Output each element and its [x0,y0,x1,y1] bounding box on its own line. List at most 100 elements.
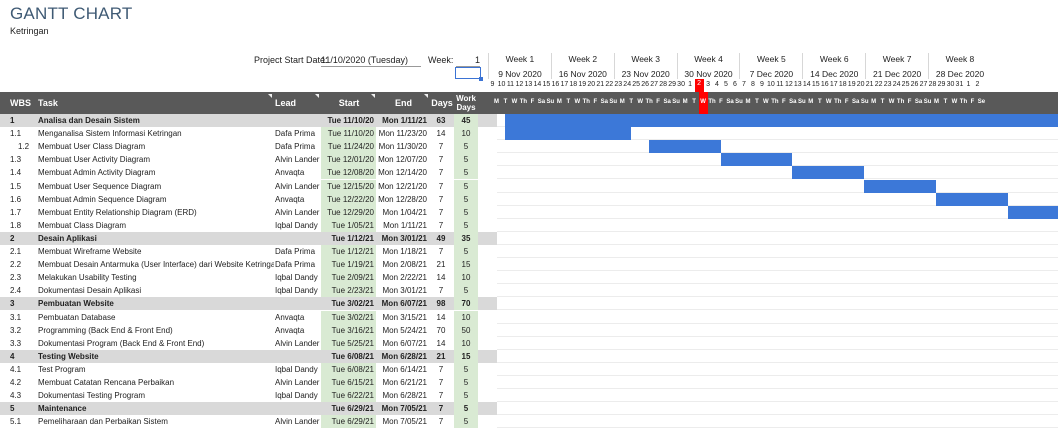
cell-start[interactable]: Tue 6/22/21 [321,389,376,403]
cell-lead[interactable] [275,114,321,127]
cell-task[interactable]: Desain Aplikasi [38,232,274,245]
task-row[interactable]: 3.2 Programming (Back End & Front End) Anv… [0,323,1058,337]
cell-end[interactable]: Mon 3/01/21 [377,232,429,245]
cell-end[interactable]: Mon 6/28/21 [377,389,429,402]
task-row[interactable]: 1.4 Membuat Admin Activity Diagram Anvaqta… [0,166,1058,180]
cell-days[interactable]: 98 [430,297,452,310]
cell-wbs[interactable]: 3.2 [10,324,36,337]
selected-cell[interactable] [455,67,483,81]
cell-start[interactable]: Tue 1/12/21 [321,245,376,258]
cell-work[interactable]: 5 [454,245,478,258]
cell-days[interactable]: 21 [430,350,452,363]
column-header-start[interactable]: Start [321,92,377,114]
cell-task[interactable]: Maintenance [38,402,274,415]
cell-end[interactable]: Mon 2/08/21 [377,258,429,271]
cell-days[interactable]: 7 [430,363,452,376]
cell-task[interactable]: Membuat Desain Antarmuka (User Interface… [38,258,274,271]
cell-lead[interactable]: Iqbal Dandy [275,284,321,297]
cell-lead[interactable] [275,232,321,245]
column-header-task[interactable]: Task [38,92,274,114]
task-row[interactable]: 1.1 Menganalisa Sistem Informasi Ketringa… [0,127,1058,141]
column-header-days[interactable]: Days [430,92,454,114]
cell-wbs[interactable]: 4.1 [10,363,36,376]
cell-wbs[interactable]: 3.1 [10,311,36,324]
cell-days[interactable]: 70 [430,324,452,337]
cell-work[interactable]: 5 [454,402,478,416]
cell-lead[interactable]: Anvaqta [275,311,321,324]
column-header-lead[interactable]: Lead [275,92,321,114]
task-row[interactable]: 4.1 Test Program Iqbal Dandy Tue 6/08/21 Mon… [0,362,1058,376]
cell-lead[interactable]: Alvin Lander [275,337,321,350]
cell-lead[interactable]: Anvaqta [275,166,321,179]
task-row[interactable]: 1.7 Membuat Entity Relationship Diagram (… [0,205,1058,219]
cell-days[interactable]: 7 [430,402,452,415]
task-row[interactable]: 4.2 Membuat Catatan Rencana Perbaikan Alvi… [0,376,1058,389]
column-header-work-days[interactable]: Work Days [454,92,478,114]
cell-days[interactable]: 7 [430,206,452,219]
cell-start[interactable]: Tue 1/12/21 [321,232,376,245]
filter-icon[interactable] [371,94,375,98]
cell-work[interactable]: 5 [454,415,478,429]
cell-end[interactable]: Mon 6/07/21 [377,297,429,310]
cell-wbs[interactable]: 1.3 [10,153,36,166]
cell-end[interactable]: Mon 1/11/21 [377,219,429,232]
task-row[interactable]: 2.1 Membuat Wireframe Website Dafa Prima Tu… [0,245,1058,258]
cell-wbs[interactable]: 1.4 [10,166,36,179]
cell-start[interactable]: Tue 12/15/20 [321,179,376,193]
cell-wbs[interactable]: 5 [10,402,36,415]
cell-start[interactable]: Tue 11/24/20 [321,140,376,154]
cell-task[interactable]: Membuat Admin Activity Diagram [38,166,274,179]
cell-work[interactable]: 45 [454,114,478,127]
cell-end[interactable]: Mon 12/21/20 [377,180,429,193]
gantt-bar[interactable] [720,153,793,167]
cell-end[interactable]: Mon 12/28/20 [377,193,429,206]
cell-start[interactable]: Tue 12/29/20 [321,205,376,219]
cell-start[interactable]: Tue 3/02/21 [321,310,376,324]
task-row[interactable]: 3.3 Dokumentasi Program (Back End & Front… [0,336,1058,350]
cell-end[interactable]: Mon 11/23/20 [377,127,429,140]
cell-task[interactable]: Membuat User Activity Diagram [38,153,274,166]
column-header-end[interactable]: End [377,92,430,114]
cell-days[interactable]: 7 [430,140,452,153]
task-row[interactable]: 1.5 Membuat User Sequence Diagram Alvin La… [0,179,1058,193]
cell-start[interactable]: Tue 6/15/21 [321,376,376,389]
cell-work[interactable]: 5 [454,376,478,389]
cell-task[interactable]: Menganalisa Sistem Informasi Ketringan [38,127,274,140]
cell-task[interactable]: Membuat Admin Sequence Diagram [38,193,274,206]
cell-work[interactable]: 5 [454,362,478,376]
cell-days[interactable]: 7 [430,219,452,232]
cell-task[interactable]: Membuat Entity Relationship Diagram (ERD… [38,206,274,219]
cell-start[interactable]: Tue 3/02/21 [321,297,376,310]
cell-end[interactable]: Mon 12/14/20 [377,166,429,179]
cell-end[interactable]: Mon 6/21/21 [377,376,429,389]
cell-days[interactable]: 7 [430,415,452,428]
gantt-bar[interactable] [936,192,1008,206]
cell-lead[interactable]: Dafa Prima [275,258,321,271]
cell-task[interactable]: Pemeliharaan dan Perbaikan Sistem [38,415,274,428]
cell-work[interactable]: 5 [454,179,478,193]
cell-task[interactable]: Dokumentasi Desain Aplikasi [38,284,274,297]
cell-work[interactable]: 10 [454,127,478,141]
cell-wbs[interactable]: 4.3 [10,389,36,402]
cell-wbs[interactable]: 1.2 [10,140,36,153]
cell-days[interactable]: 7 [430,376,452,389]
cell-lead[interactable]: Iqbal Dandy [275,271,321,284]
cell-wbs[interactable]: 4 [10,350,36,363]
week-input[interactable]: 1 [456,55,480,67]
cell-lead[interactable] [275,297,321,310]
cell-days[interactable]: 21 [430,258,452,271]
cell-task[interactable]: Membuat User Class Diagram [38,140,274,153]
task-row[interactable]: 4.3 Dokumentasi Testing Program Iqbal Dand… [0,389,1058,403]
cell-wbs[interactable]: 2.2 [10,258,36,271]
gantt-bar[interactable] [792,166,865,180]
cell-task[interactable]: Pembuatan Database [38,311,274,324]
phase-row[interactable]: 4 Testing Website Tue 6/08/21 Mon 6/28/21 21… [0,349,1058,363]
cell-wbs[interactable]: 1.8 [10,219,36,232]
cell-lead[interactable]: Alvin Lander [275,415,321,428]
cell-lead[interactable] [275,350,321,363]
phase-row[interactable]: 1 Analisa dan Desain Sistem Tue 11/10/20 Mo… [0,114,1058,127]
cell-end[interactable]: Mon 12/07/20 [377,153,429,166]
gantt-bar[interactable] [505,114,1058,127]
cell-task[interactable]: Test Program [38,363,274,376]
gantt-bar[interactable] [1007,205,1058,219]
